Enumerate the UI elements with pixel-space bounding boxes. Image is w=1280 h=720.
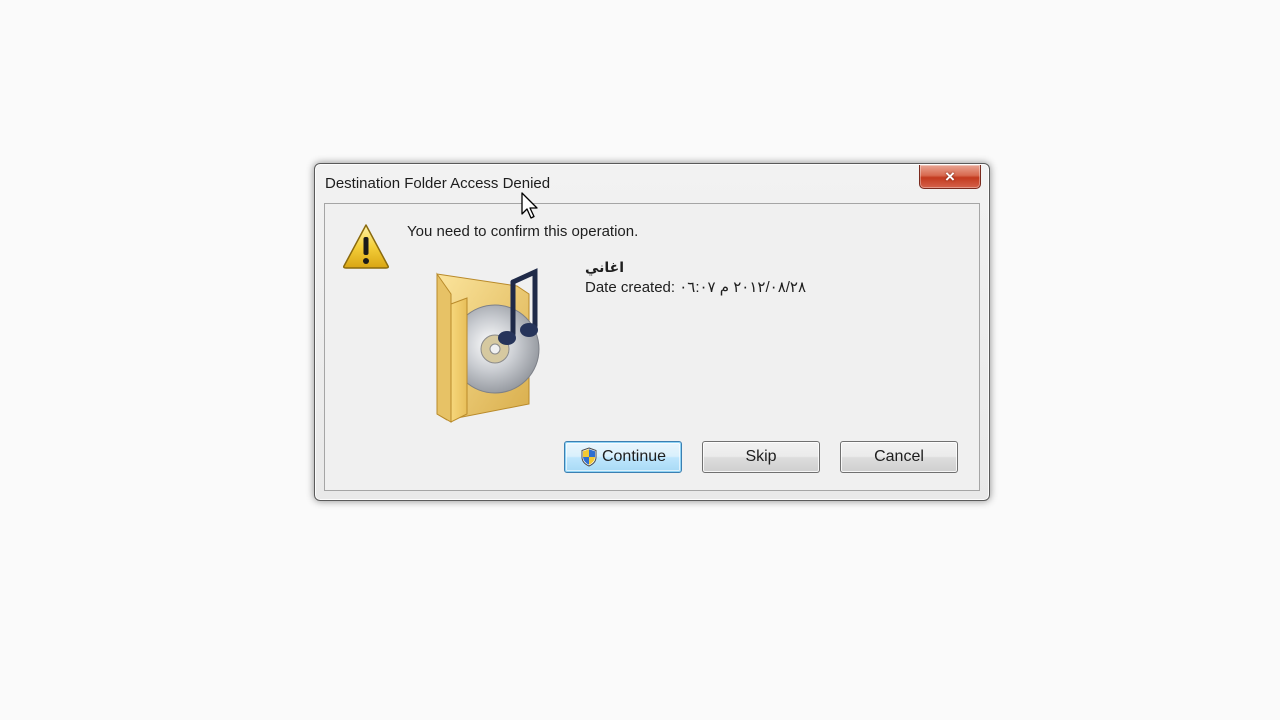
file-date-created: Date created: ٢٠١٢/٠٨/٢٨ م ٠٦:٠٧	[585, 279, 807, 296]
music-folder-icon	[436, 268, 540, 423]
continue-button[interactable]: Continue	[564, 441, 682, 473]
title-bar[interactable]: Destination Folder Access Denied ×	[315, 164, 989, 202]
file-name: اغاني	[585, 259, 625, 275]
close-button[interactable]: ×	[919, 165, 981, 189]
continue-label: Continue	[601, 448, 667, 465]
close-icon: ×	[945, 167, 955, 186]
confirm-message: You need to confirm this operation.	[407, 223, 639, 240]
dialog-title: Destination Folder Access Denied	[325, 175, 551, 192]
dialog-content: You need to confirm this operation. اغان…	[324, 203, 980, 491]
uac-shield-icon	[581, 447, 597, 467]
cancel-button[interactable]: Cancel	[840, 441, 958, 473]
desktop-background: Destination Folder Access Denied × You n…	[0, 0, 1280, 720]
warning-icon	[343, 224, 389, 269]
access-denied-dialog: Destination Folder Access Denied × You n…	[314, 163, 990, 501]
skip-button[interactable]: Skip	[702, 441, 820, 473]
